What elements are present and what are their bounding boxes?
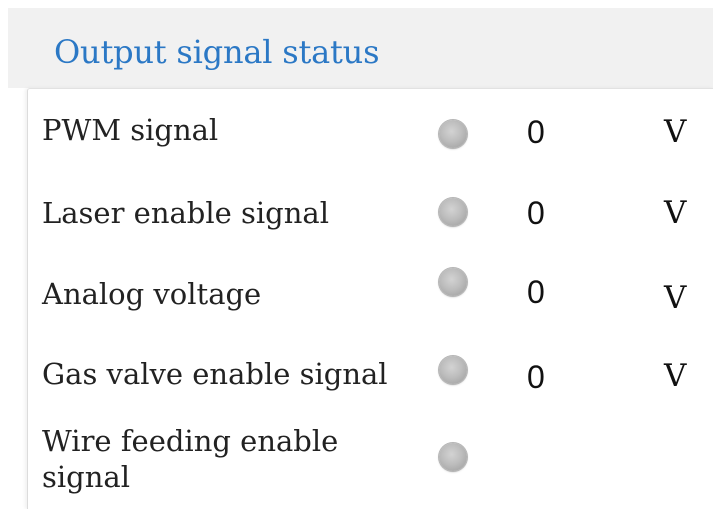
signal-label-laser-enable: Laser enable signal	[42, 196, 329, 230]
signal-label-wire-feeding-enable: Wire feeding enable signal	[42, 424, 339, 494]
signal-label-gas-valve-enable: Gas valve enable signal	[42, 357, 388, 391]
signal-unit-laser-enable: V	[664, 195, 687, 231]
signal-value-gas-valve-enable: 0	[527, 359, 545, 395]
status-led-icon	[439, 268, 467, 296]
signal-value-analog-voltage: 0	[527, 274, 545, 310]
status-led-icon	[439, 198, 467, 226]
signal-label-analog-voltage: Analog voltage	[42, 277, 262, 311]
signal-label-pwm: PWM signal	[42, 113, 219, 147]
signal-unit-analog-voltage: V	[664, 280, 687, 316]
signal-unit-pwm: V	[664, 114, 687, 150]
signal-value-laser-enable: 0	[527, 195, 545, 231]
status-led-icon	[439, 120, 467, 148]
status-led-icon	[439, 356, 467, 384]
signal-value-pwm: 0	[527, 114, 545, 150]
panel-title: Output signal status	[54, 33, 380, 71]
status-led-icon	[439, 443, 467, 471]
signal-unit-gas-valve-enable: V	[664, 358, 687, 394]
